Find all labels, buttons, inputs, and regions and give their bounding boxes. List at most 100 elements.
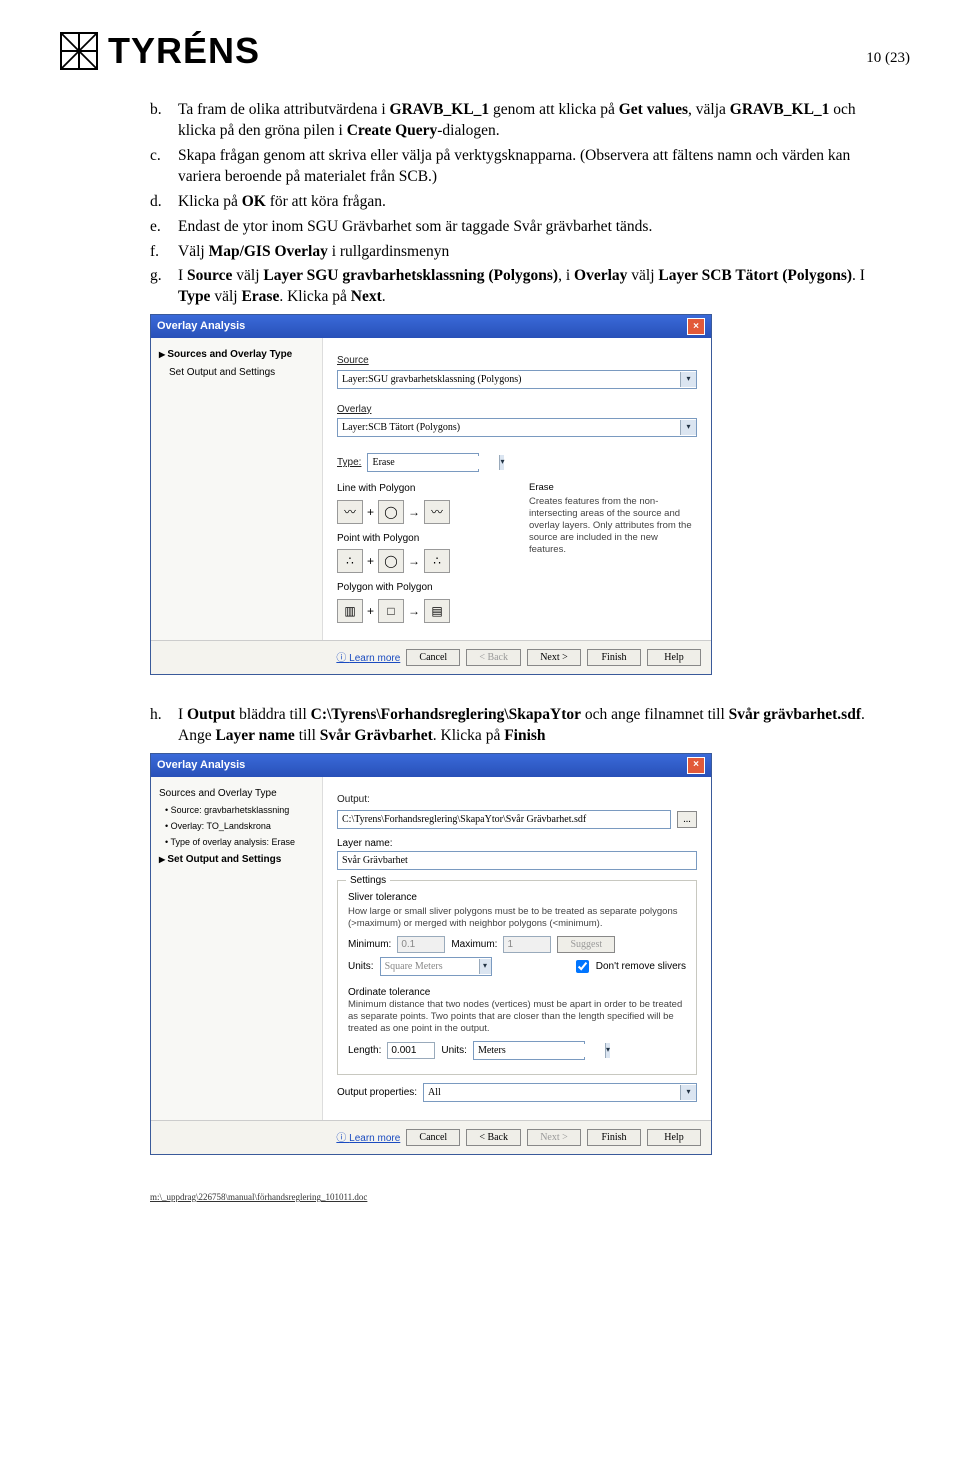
text: . Klicka på bbox=[279, 288, 350, 305]
text: Klicka på bbox=[178, 193, 242, 210]
chevron-down-icon[interactable]: ▾ bbox=[499, 455, 504, 470]
step-active[interactable]: Set Output and Settings bbox=[159, 853, 314, 867]
output-path[interactable] bbox=[337, 810, 671, 829]
cancel-button[interactable]: Cancel bbox=[406, 1129, 460, 1146]
footer-path: m:\_uppdrag\226758\manual\förhandsregler… bbox=[150, 1191, 880, 1203]
step-sub: Type of overlay analysis: Erase bbox=[165, 836, 314, 848]
cancel-button[interactable]: Cancel bbox=[406, 649, 460, 666]
window-title: Overlay Analysis bbox=[157, 758, 245, 773]
text: Ta fram de olika attributvärdena i bbox=[178, 101, 390, 118]
max-input[interactable] bbox=[503, 936, 551, 953]
chevron-down-icon[interactable]: ▾ bbox=[605, 1043, 610, 1058]
titlebar[interactable]: Overlay Analysis × bbox=[151, 315, 711, 338]
min-input[interactable] bbox=[397, 936, 445, 953]
units2-input[interactable] bbox=[474, 1044, 605, 1057]
list-item: d. Klicka på OK för att köra frågan. bbox=[150, 192, 880, 213]
finish-button[interactable]: Finish bbox=[587, 649, 641, 666]
chevron-down-icon[interactable]: ▾ bbox=[680, 1085, 696, 1100]
text: Svår grävbarhet.sdf bbox=[729, 706, 861, 723]
window-title: Overlay Analysis bbox=[157, 319, 245, 334]
text: genom att klicka på bbox=[489, 101, 619, 118]
overlay-combo[interactable]: ▾ bbox=[337, 418, 697, 437]
next-button[interactable]: Next > bbox=[527, 649, 581, 666]
desc-heading: Erase bbox=[529, 482, 697, 494]
type-label: Type: bbox=[337, 456, 361, 470]
text: välj bbox=[627, 267, 658, 284]
back-button[interactable]: < Back bbox=[466, 649, 521, 666]
list-marker: g. bbox=[150, 266, 178, 308]
polygon-icon: ◯ bbox=[378, 500, 404, 524]
units-combo[interactable]: ▾ bbox=[380, 957, 492, 976]
text: . bbox=[382, 288, 386, 305]
close-icon[interactable]: × bbox=[687, 757, 705, 774]
text: välj bbox=[232, 267, 263, 284]
overlay-analysis-dialog-2: Overlay Analysis × Sources and Overlay T… bbox=[150, 753, 712, 1155]
overlay-input[interactable] bbox=[338, 421, 680, 434]
output-props-label: Output properties: bbox=[337, 1086, 417, 1100]
chevron-down-icon[interactable]: ▾ bbox=[680, 372, 696, 387]
result-icon: ▤ bbox=[424, 599, 450, 623]
step-sub: Overlay: TO_Landskrona bbox=[165, 820, 314, 832]
dont-remove-slivers[interactable]: Don't remove slivers bbox=[572, 957, 686, 976]
chevron-down-icon[interactable]: ▾ bbox=[479, 959, 491, 974]
content: b. Ta fram de olika attributvärdena i GR… bbox=[150, 100, 880, 1203]
list-item: g. I Source välj Layer SGU gravbarhetskl… bbox=[150, 266, 880, 308]
step[interactable]: Sources and Overlay Type bbox=[159, 787, 314, 801]
list-item: b. Ta fram de olika attributvärdena i GR… bbox=[150, 100, 880, 142]
help-button[interactable]: Help bbox=[647, 649, 701, 666]
operation-diagram: 〰+◯→〰 bbox=[337, 500, 505, 524]
text: Source bbox=[187, 267, 232, 284]
close-icon[interactable]: × bbox=[687, 318, 705, 335]
text: I bbox=[178, 267, 187, 284]
output-input[interactable] bbox=[338, 813, 670, 826]
titlebar[interactable]: Overlay Analysis × bbox=[151, 754, 711, 777]
text: C:\Tyrens\Forhandsreglering\SkapaYtor bbox=[311, 706, 581, 723]
list-marker: f. bbox=[150, 242, 178, 263]
back-button[interactable]: < Back bbox=[466, 1129, 521, 1146]
logo-text: TYRÉNS bbox=[108, 30, 260, 72]
source-input[interactable] bbox=[338, 373, 680, 386]
text: Get values bbox=[619, 101, 688, 118]
operation-diagram: ∴+◯→∴ bbox=[337, 549, 505, 573]
suggest-button[interactable]: Suggest bbox=[557, 936, 615, 953]
text: . Klicka på bbox=[433, 727, 504, 744]
result-icon: 〰 bbox=[424, 500, 450, 524]
text: , välja bbox=[688, 101, 730, 118]
chevron-down-icon[interactable]: ▾ bbox=[680, 420, 696, 435]
text: Next bbox=[351, 288, 382, 305]
output-props-combo[interactable]: ▾ bbox=[423, 1083, 697, 1102]
learn-more-link[interactable]: Learn more bbox=[336, 649, 400, 666]
operation-diagram: ▥+□→▤ bbox=[337, 599, 505, 623]
next-button[interactable]: Next > bbox=[527, 1129, 581, 1146]
layer-name-field[interactable] bbox=[337, 851, 697, 870]
length-input[interactable] bbox=[387, 1042, 435, 1059]
browse-button[interactable]: ... bbox=[677, 811, 697, 828]
step-active[interactable]: Sources and Overlay Type bbox=[159, 348, 314, 362]
text: Layer SGU gravbarhetsklassning (Polygons… bbox=[263, 267, 558, 284]
text: bläddra till bbox=[235, 706, 310, 723]
text: och ange filnamnet till bbox=[581, 706, 729, 723]
output-label: Output: bbox=[337, 793, 697, 807]
help-button[interactable]: Help bbox=[647, 1129, 701, 1146]
type-combo[interactable]: ▾ bbox=[367, 453, 479, 472]
type-input[interactable] bbox=[368, 456, 499, 469]
source-label: Source bbox=[337, 354, 697, 368]
finish-button[interactable]: Finish bbox=[587, 1129, 641, 1146]
operation-label: Line with Polygon bbox=[337, 482, 505, 496]
polygon-icon: ◯ bbox=[378, 549, 404, 573]
point-icon: ∴ bbox=[337, 549, 363, 573]
learn-more-link[interactable]: Learn more bbox=[336, 1129, 400, 1146]
layer-name-label: Layer name: bbox=[337, 837, 697, 851]
text: Välj bbox=[178, 243, 209, 260]
output-props-input[interactable] bbox=[424, 1086, 680, 1099]
text: I bbox=[178, 706, 187, 723]
layer-name-input[interactable] bbox=[338, 854, 696, 867]
text: välj bbox=[210, 288, 241, 305]
list-item: e. Endast de ytor inom SGU Grävbarhet so… bbox=[150, 217, 880, 238]
max-label: Maximum: bbox=[451, 938, 497, 952]
units2-combo[interactable]: ▾ bbox=[473, 1041, 585, 1060]
step[interactable]: Set Output and Settings bbox=[169, 366, 314, 380]
source-combo[interactable]: ▾ bbox=[337, 370, 697, 389]
checkbox[interactable] bbox=[576, 960, 589, 973]
text: , i bbox=[558, 267, 574, 284]
